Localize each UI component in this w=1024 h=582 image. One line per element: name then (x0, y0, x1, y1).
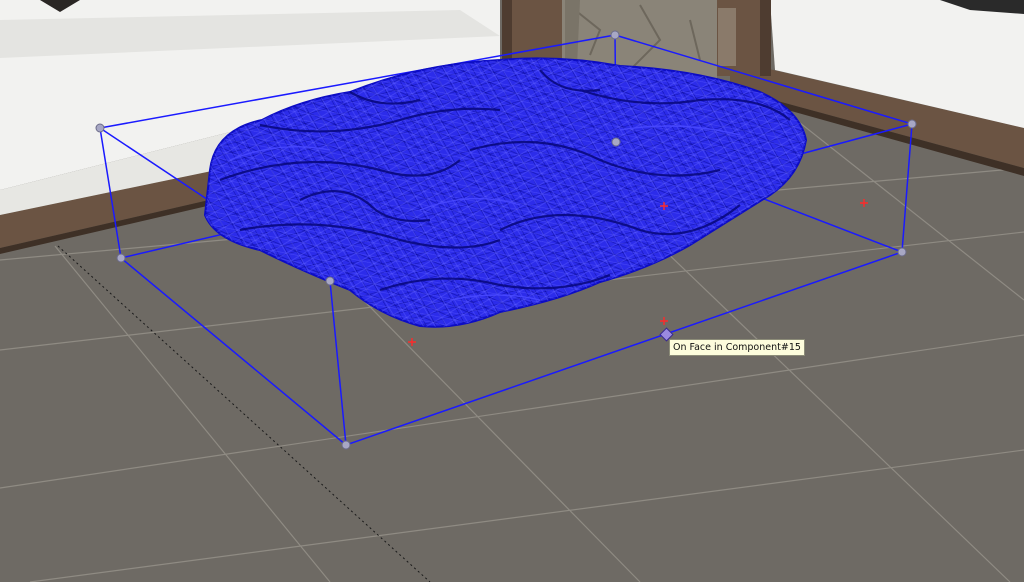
inference-tooltip: On Face in Component#15 (669, 339, 805, 356)
scene-canvas[interactable] (0, 0, 1024, 582)
modeling-viewport[interactable]: On Face in Component#15 (0, 0, 1024, 582)
